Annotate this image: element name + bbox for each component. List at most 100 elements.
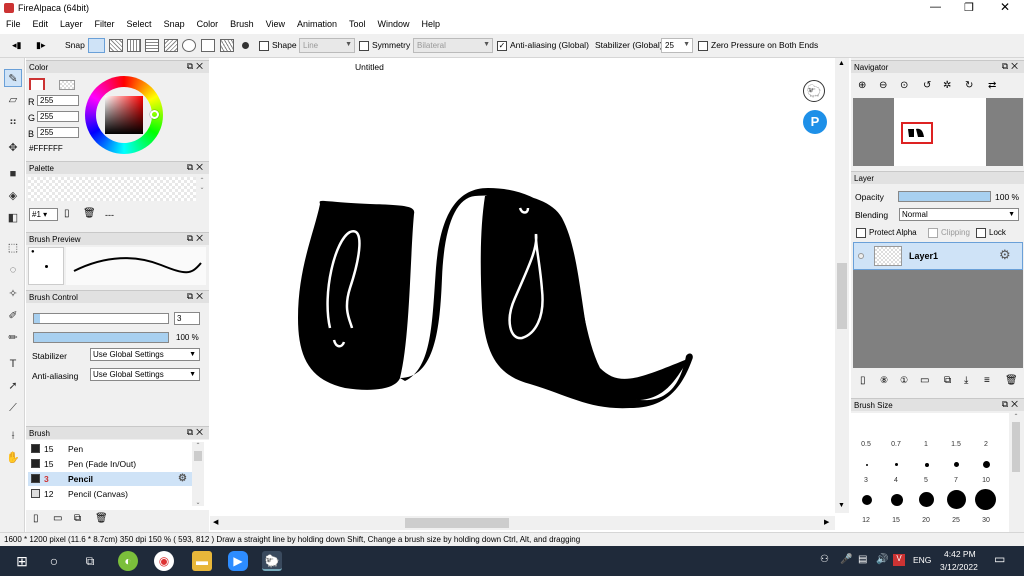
menu-window[interactable]: Window xyxy=(372,16,416,29)
r-input[interactable]: 255 xyxy=(37,95,79,106)
blending-dropdown[interactable]: Normal ▼ xyxy=(899,208,1019,221)
menu-view[interactable]: View xyxy=(260,16,291,29)
snap-3d-icon[interactable] xyxy=(220,39,234,52)
shape-checkbox[interactable] xyxy=(259,40,269,51)
layer-property-icon[interactable]: ≡ xyxy=(984,375,990,386)
new-brush-icon[interactable]: ▯ xyxy=(33,513,39,524)
new-palette-icon[interactable]: ▯ xyxy=(64,208,70,219)
menu-color[interactable]: Color xyxy=(191,16,225,29)
menu-layer[interactable]: Layer xyxy=(54,16,89,29)
brush-list-scrollbar[interactable]: ⌃ ⌄ xyxy=(192,442,204,506)
app-green-icon[interactable]: ◐ xyxy=(118,551,138,571)
scroll-down-icon[interactable]: ▼ xyxy=(838,502,845,509)
tray-app-icon[interactable]: V xyxy=(893,554,905,566)
menu-brush[interactable]: Brush xyxy=(224,16,260,29)
bucket-tool-icon[interactable]: ◈ xyxy=(4,187,22,205)
fill-tool-icon[interactable]: ■ xyxy=(4,165,22,183)
minimize-icon[interactable]: — xyxy=(930,1,941,13)
file-explorer-icon[interactable]: ▬ xyxy=(192,551,212,571)
layer-opacity-slider[interactable] xyxy=(898,191,991,202)
select-pen-icon[interactable]: ✐ xyxy=(4,307,22,325)
navigator-preview[interactable] xyxy=(853,98,1023,166)
text-tool-icon[interactable]: T xyxy=(4,355,22,373)
layer-settings-icon[interactable]: ⚙ xyxy=(999,247,1011,263)
layer-visibility-icon[interactable] xyxy=(858,253,864,259)
zoom-out-icon[interactable]: ⊖ xyxy=(879,80,887,91)
symmetry-dropdown[interactable]: Bilateral ▼ xyxy=(413,38,493,53)
brush-item-pencil[interactable]: 3 Pencil ⚙ xyxy=(28,472,204,486)
menu-animation[interactable]: Animation xyxy=(291,16,343,29)
duplicate-brush-icon[interactable]: ⧉ xyxy=(74,513,81,524)
network-icon[interactable]: ▤ xyxy=(858,554,867,565)
layer-name[interactable]: Layer1 xyxy=(909,251,938,261)
rotate-left-icon[interactable]: ↺ xyxy=(923,80,931,91)
delete-brush-icon[interactable]: 🗑 xyxy=(95,513,108,524)
menu-filter[interactable]: Filter xyxy=(89,16,121,29)
brush-settings-icon[interactable]: ⚙ xyxy=(178,472,187,486)
horizontal-scrollbar[interactable]: ◀ ▶ xyxy=(210,516,835,530)
rotate-right-icon[interactable]: ↻ xyxy=(965,80,973,91)
snap-settings-icon[interactable] xyxy=(242,42,249,49)
search-icon[interactable]: ○ xyxy=(44,551,64,571)
panel-controls-icon[interactable]: ⧉✕ xyxy=(1002,61,1021,72)
protect-alpha-checkbox[interactable] xyxy=(856,228,866,238)
panel-controls-icon[interactable]: ⧉✕ xyxy=(187,61,206,72)
task-view-icon[interactable]: ⧉ xyxy=(80,551,100,571)
scroll-right-icon[interactable]: ▶ xyxy=(824,518,829,526)
panel-controls-icon[interactable]: ⧉✕ xyxy=(187,162,206,173)
menu-file[interactable]: File xyxy=(0,16,27,29)
snap-circle-icon[interactable] xyxy=(182,39,196,52)
clock-time[interactable]: 4:42 PM xyxy=(944,549,976,559)
zoom-in-icon[interactable]: ⊕ xyxy=(858,80,866,91)
canvas-area[interactable]: Untitled 🐑 P ▲ ▼ ◀ ▶ xyxy=(210,58,850,532)
lasso-tool-icon[interactable]: ◌ xyxy=(4,261,22,279)
scroll-left-icon[interactable]: ◀ xyxy=(213,518,218,526)
new-folder-icon[interactable]: ▭ xyxy=(920,375,929,386)
delete-palette-icon[interactable]: 🗑 xyxy=(83,208,96,219)
divide-tool-icon[interactable]: ⟋ xyxy=(4,399,22,417)
menu-tool[interactable]: Tool xyxy=(343,16,372,29)
bg-color-swatch[interactable] xyxy=(59,80,75,90)
snap-cross-icon[interactable] xyxy=(145,39,159,52)
vertical-scroll-thumb[interactable] xyxy=(837,263,847,329)
language-indicator[interactable]: ENG xyxy=(913,555,931,565)
shape-dropdown[interactable]: Line ▼ xyxy=(299,38,355,53)
magic-wand-icon[interactable]: ✧ xyxy=(4,285,22,303)
vertical-scrollbar[interactable]: ▲ ▼ xyxy=(835,58,849,513)
stabilizer-dropdown[interactable]: 25 ▼ xyxy=(661,38,693,53)
menu-snap[interactable]: Snap xyxy=(158,16,191,29)
panel-controls-icon[interactable]: ⧉✕ xyxy=(1002,399,1021,410)
open-folder-icon[interactable]: ▭ xyxy=(53,513,62,524)
prev-icon[interactable]: ◂▮ xyxy=(12,40,21,51)
layer-row[interactable]: Layer1 ⚙ xyxy=(853,242,1023,270)
snap-radial-icon[interactable] xyxy=(164,39,178,52)
snap-curve-icon[interactable] xyxy=(201,39,215,52)
palette-grid[interactable] xyxy=(28,177,196,201)
brush-item-pen[interactable]: 15 Pen xyxy=(28,442,204,456)
firealpaca-taskbar-icon[interactable]: 🐑 xyxy=(262,551,282,571)
antialias-checkbox[interactable]: ✓ xyxy=(497,40,507,51)
duplicate-layer-icon[interactable]: ⧉ xyxy=(944,375,951,386)
eraser-tool-icon[interactable]: ▱ xyxy=(4,91,22,109)
menu-help[interactable]: Help xyxy=(416,16,447,29)
b-input[interactable]: 255 xyxy=(37,127,79,138)
scroll-up-icon[interactable]: ▲ xyxy=(838,60,845,67)
microphone-icon[interactable]: 🎤 xyxy=(840,554,852,565)
new-1bit-layer-icon[interactable]: ① xyxy=(900,375,908,386)
brush-item-pencil-canvas[interactable]: 12 Pencil (Canvas) xyxy=(28,487,204,501)
clipping-checkbox[interactable] xyxy=(928,228,938,238)
volume-icon[interactable]: 🔊 xyxy=(876,554,888,565)
eyedropper-icon[interactable]: ⟊ xyxy=(4,427,22,445)
clock-date[interactable]: 3/12/2022 xyxy=(940,562,978,572)
opacity-slider[interactable] xyxy=(33,332,169,343)
brush-antialias-dropdown[interactable]: Use Global Settings ▼ xyxy=(90,368,200,381)
brush-stabilizer-dropdown[interactable]: Use Global Settings ▼ xyxy=(90,348,200,361)
zoom-app-icon[interactable]: ▶ xyxy=(228,551,248,571)
snap-off-icon[interactable] xyxy=(88,38,105,53)
size-input[interactable]: 3 xyxy=(174,312,200,325)
zoom-fit-icon[interactable]: ⊙ xyxy=(900,80,908,91)
panel-controls-icon[interactable]: ⧉✕ xyxy=(187,291,206,302)
brush-item-pen-fade[interactable]: 15 Pen (Fade In/Out) xyxy=(28,457,204,471)
people-icon[interactable]: ⚇ xyxy=(820,554,829,565)
windows-start-icon[interactable]: ⊞ xyxy=(12,551,32,571)
